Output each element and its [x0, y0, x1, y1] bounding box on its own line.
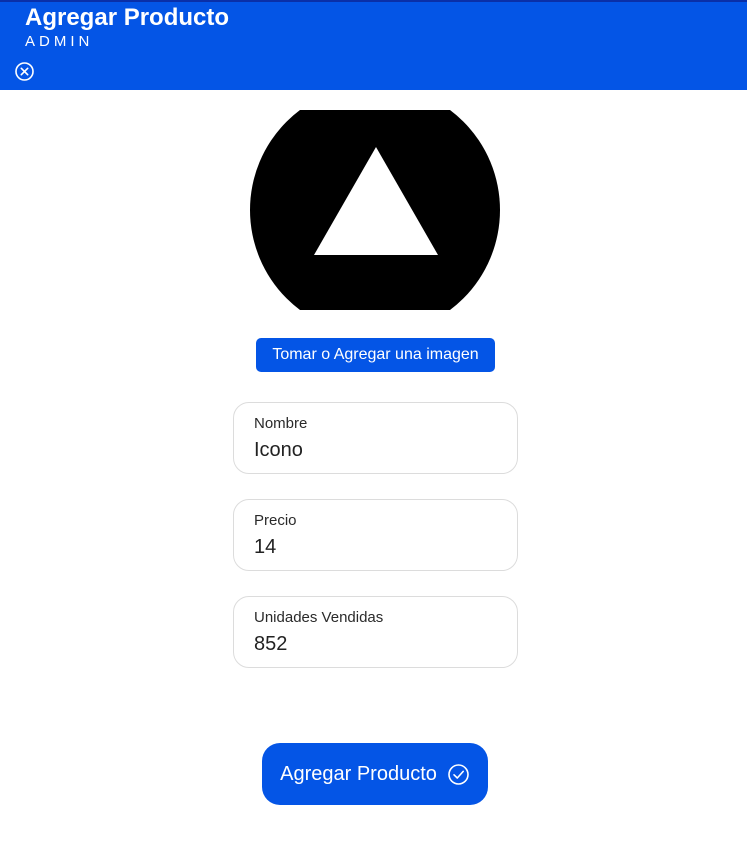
add-image-button[interactable]: Tomar o Agregar una imagen	[256, 338, 495, 372]
page-subtitle: ADMIN	[25, 33, 94, 50]
agregar-producto-button[interactable]: Agregar Producto	[262, 743, 488, 805]
app-header: Agregar Producto ADMIN	[0, 0, 747, 90]
precio-field[interactable]: Precio	[233, 499, 518, 571]
page-title: Agregar Producto	[25, 4, 230, 31]
unidades-field[interactable]: Unidades Vendidas	[233, 596, 518, 668]
nombre-field[interactable]: Nombre	[233, 402, 518, 474]
product-image	[250, 110, 500, 310]
agregar-producto-label: Agregar Producto	[280, 762, 437, 785]
checkmark-circle-icon	[447, 763, 470, 786]
precio-input[interactable]	[254, 536, 494, 559]
nombre-input[interactable]	[254, 439, 494, 462]
nombre-label: Nombre	[254, 415, 308, 432]
close-icon[interactable]	[14, 61, 35, 82]
unidades-label: Unidades Vendidas	[254, 609, 384, 626]
precio-label: Precio	[254, 512, 297, 529]
unidades-input[interactable]	[254, 633, 494, 656]
